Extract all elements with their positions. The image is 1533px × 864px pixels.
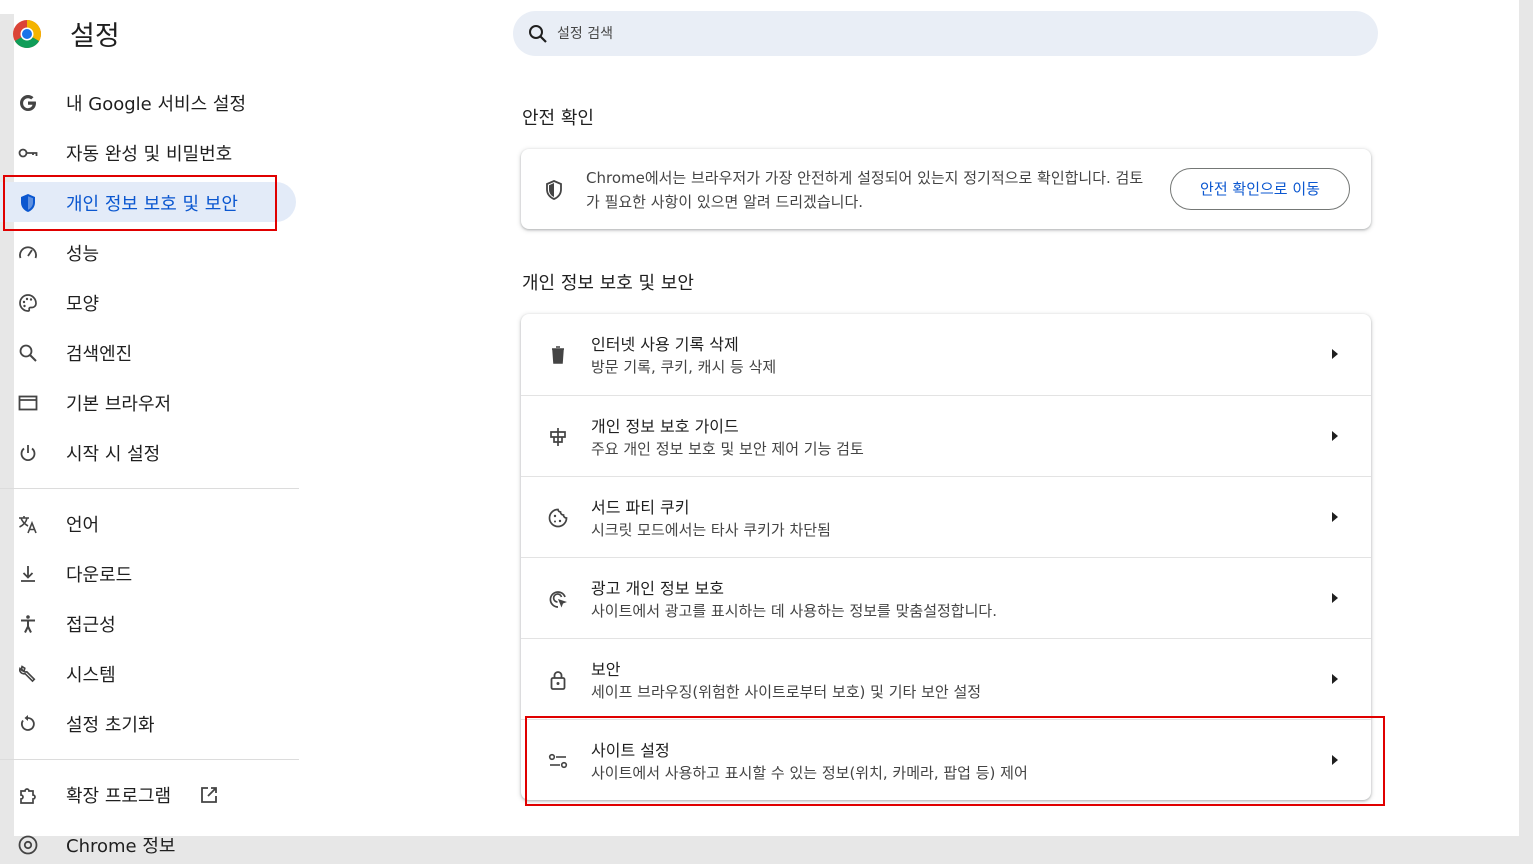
arrow-right-icon: [1332, 593, 1338, 603]
download-icon: [21, 566, 35, 582]
accessibility-icon: [21, 615, 35, 633]
sidebar-item-autofill[interactable]: 자동 완성 및 비밀번호: [0, 132, 296, 172]
safety-check-card: Chrome에서는 브라우저가 가장 안전하게 설정되어 있는지 정기적으로 확…: [521, 149, 1371, 229]
row-title: 개인 정보 보호 가이드: [591, 417, 739, 436]
sidebar-item-label: 다운로드: [66, 565, 133, 586]
sidebar-item-performance[interactable]: 성능: [0, 232, 296, 272]
sidebar-item-label: 언어: [66, 515, 100, 536]
row-title: 인터넷 사용 기록 삭제: [591, 335, 739, 354]
sidebar-divider: [0, 759, 299, 760]
sidebar-item-search-engine[interactable]: 검색엔진: [0, 332, 296, 372]
highlight-box-privacy: [3, 175, 277, 231]
google-g-icon: [20, 95, 36, 111]
row-subtitle: 시크릿 모드에서는 타사 쿠키가 차단됨: [591, 521, 831, 539]
cookie-icon: [548, 508, 568, 528]
sidebar-item-reset[interactable]: 설정 초기화: [0, 703, 296, 743]
sidebar-item-label: 접근성: [66, 615, 116, 636]
sidebar-item-languages[interactable]: 언어: [0, 503, 296, 543]
safety-check-description: Chrome에서는 브라우저가 가장 안전하게 설정되어 있는지 정기적으로 확…: [586, 169, 1144, 211]
row-title: 광고 개인 정보 보호: [591, 579, 725, 598]
arrow-right-icon: [1332, 349, 1338, 359]
sidebar-item-label: 모양: [66, 294, 100, 315]
row-subtitle: 세이프 브라우징(위험한 사이트로부터 보호) 및 기타 보안 설정: [591, 683, 982, 701]
row-security[interactable]: 보안 세이프 브라우징(위험한 사이트로부터 보호) 및 기타 보안 설정: [521, 638, 1371, 720]
section-heading-safety: 안전 확인: [522, 108, 594, 129]
window-bottom-edge: [300, 836, 1533, 852]
search-icon: [529, 25, 547, 43]
key-icon: [18, 148, 38, 158]
sidebar-item-label: 시작 시 설정: [66, 444, 161, 465]
arrow-right-icon: [1332, 512, 1338, 522]
power-icon: [20, 445, 36, 462]
sidebar-item-label: 내 Google 서비스 설정: [66, 94, 246, 115]
sidebar-item-accessibility[interactable]: 접근성: [0, 603, 296, 643]
search-bar[interactable]: 설정 검색: [513, 11, 1378, 56]
sidebar-item-extensions[interactable]: 확장 프로그램: [0, 774, 296, 814]
sidebar-item-label: 기본 브라우저: [66, 394, 172, 415]
sidebar-item-label: 시스템: [66, 665, 116, 686]
sidebar-item-label: 확장 프로그램: [66, 786, 172, 807]
window-right-edge: [1519, 0, 1533, 836]
sidebar-item-label: 검색엔진: [66, 344, 133, 365]
chrome-icon: [18, 835, 38, 855]
lock-icon: [550, 671, 566, 690]
page-title: 설정: [70, 21, 120, 52]
sidebar-item-about-chrome[interactable]: Chrome 정보: [0, 824, 296, 864]
row-third-party-cookies[interactable]: 서드 파티 쿠키 시크릿 모드에서는 타사 쿠키가 차단됨: [521, 476, 1371, 558]
sidebar-item-label: Chrome 정보: [66, 836, 176, 857]
row-privacy-guide[interactable]: 개인 정보 보호 가이드 주요 개인 정보 보호 및 보안 제어 기능 검토: [521, 395, 1371, 477]
trash-icon: [552, 346, 564, 364]
row-title: 서드 파티 쿠키: [591, 498, 690, 517]
row-ad-privacy[interactable]: 광고 개인 정보 보호 사이트에서 광고를 표시하는 데 사용하는 정보를 맞춤…: [521, 557, 1371, 639]
row-title: 보안: [591, 660, 621, 679]
highlight-box-site-settings: [525, 716, 1385, 806]
chrome-logo-icon: [13, 20, 41, 48]
section-heading-privacy: 개인 정보 보호 및 보안: [522, 273, 694, 294]
sidebar-divider: [0, 488, 299, 489]
row-subtitle: 주요 개인 정보 보호 및 보안 제어 기능 검토: [591, 440, 864, 458]
sidebar-item-default-browser[interactable]: 기본 브라우저: [0, 382, 296, 422]
speedometer-icon: [19, 246, 37, 259]
sidebar-item-google-services[interactable]: 내 Google 서비스 설정: [0, 82, 296, 122]
sidebar-item-on-startup[interactable]: 시작 시 설정: [0, 432, 296, 472]
arrow-right-icon: [1332, 674, 1338, 684]
palette-icon: [19, 294, 37, 312]
search-icon: [19, 344, 37, 362]
search-input[interactable]: 설정 검색: [557, 23, 613, 43]
sidebar-item-label: 성능: [66, 244, 100, 265]
open-in-new-icon: [201, 787, 217, 803]
sidebar-item-appearance[interactable]: 모양: [0, 282, 296, 322]
translate-icon: [19, 516, 37, 534]
sidebar-item-downloads[interactable]: 다운로드: [0, 553, 296, 593]
browser-window-icon: [18, 395, 38, 411]
row-subtitle: 사이트에서 광고를 표시하는 데 사용하는 정보를 맞춤설정합니다.: [591, 602, 997, 620]
safety-check-button[interactable]: 안전 확인으로 이동: [1170, 168, 1350, 210]
reset-icon: [20, 715, 35, 731]
row-subtitle: 방문 기록, 쿠키, 캐시 등 삭제: [591, 358, 777, 376]
shield-check-icon: [546, 180, 562, 200]
arrow-right-icon: [1332, 431, 1338, 441]
privacy-guide-icon: [550, 428, 566, 446]
sidebar-item-label: 설정 초기화: [66, 715, 155, 736]
row-clear-browsing-data[interactable]: 인터넷 사용 기록 삭제 방문 기록, 쿠키, 캐시 등 삭제: [521, 314, 1371, 395]
wrench-icon: [18, 665, 36, 683]
extension-icon: [20, 788, 36, 804]
sidebar-item-label: 자동 완성 및 비밀번호: [66, 144, 233, 165]
ad-privacy-icon: [549, 591, 567, 608]
sidebar-item-system[interactable]: 시스템: [0, 653, 296, 693]
